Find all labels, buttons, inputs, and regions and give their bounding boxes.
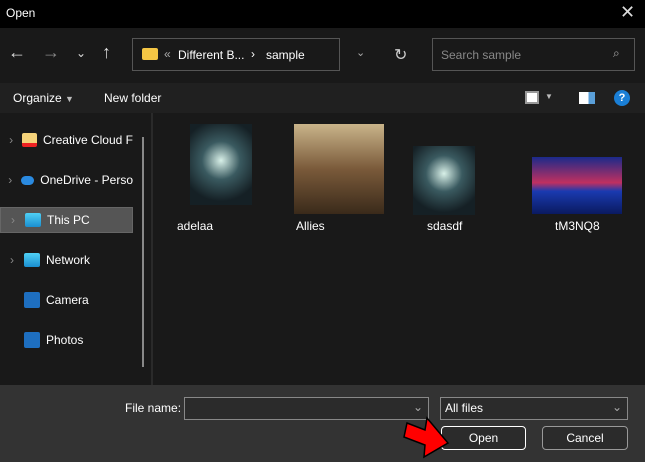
sidebar-item-photos[interactable]: Photos: [0, 327, 133, 353]
close-icon[interactable]: ✕: [620, 2, 635, 23]
expand-chevron-icon[interactable]: ›: [1, 213, 25, 227]
file-name-input[interactable]: ⌄: [184, 397, 429, 420]
file-name[interactable]: tM3NQ8: [555, 219, 600, 233]
cancel-button[interactable]: Cancel: [542, 426, 628, 450]
forward-icon[interactable]: →: [42, 42, 60, 63]
file-thumbnail[interactable]: [532, 157, 622, 214]
file-name[interactable]: adelaa: [177, 219, 213, 233]
view-dropdown-icon[interactable]: ▼: [545, 92, 553, 101]
sidebar-item-label: Creative Cloud F: [42, 133, 133, 147]
network-icon: [24, 253, 40, 267]
sidebar-item-onedrive[interactable]: › OneDrive - Perso: [0, 167, 133, 193]
creative-cloud-icon: [22, 133, 37, 147]
expand-chevron-icon[interactable]: ›: [0, 133, 22, 147]
help-icon[interactable]: ?: [614, 90, 630, 106]
view-icon[interactable]: [525, 91, 539, 104]
sidebar-item-label: Camera: [46, 293, 89, 307]
navigation-bar: ← → ⌄ ↑ « Different B... › sample ⌄ ↻ Se…: [0, 28, 645, 83]
recent-locations-chevron-icon[interactable]: ⌄: [76, 46, 86, 60]
chevron-down-icon[interactable]: ⌄: [612, 400, 622, 414]
breadcrumb-separator-icon: ›: [251, 47, 255, 61]
chevron-down-icon[interactable]: ⌄: [413, 400, 423, 414]
expand-chevron-icon[interactable]: ›: [0, 253, 24, 267]
search-icon: ⌕: [613, 46, 620, 60]
file-name[interactable]: sdasdf: [427, 219, 462, 233]
preview-pane-icon[interactable]: [579, 92, 595, 104]
file-name[interactable]: Allies: [296, 219, 325, 233]
sidebar-item-this-pc[interactable]: › This PC: [0, 207, 133, 233]
sidebar-item-label: This PC: [47, 213, 90, 227]
title-bar: Open ✕: [0, 0, 645, 28]
dropdown-arrow-icon: ▼: [65, 94, 74, 104]
photos-icon: [24, 332, 40, 348]
window-title: Open: [6, 6, 36, 20]
file-name-label: File name:: [125, 401, 182, 415]
computer-icon: [25, 213, 41, 227]
navigation-pane: › Creative Cloud F › OneDrive - Perso › Thi…: [0, 113, 153, 385]
search-box[interactable]: Search sample ⌕: [432, 38, 635, 71]
address-dropdown-icon[interactable]: ⌄: [356, 46, 365, 59]
sidebar-item-label: Photos: [46, 333, 84, 347]
refresh-icon[interactable]: ↻: [394, 45, 407, 65]
file-type-value: All files: [445, 401, 484, 415]
sidebar-item-network[interactable]: › Network: [0, 247, 133, 273]
sidebar-item-label: OneDrive - Perso: [40, 173, 133, 187]
file-type-select[interactable]: All files ⌄: [440, 397, 628, 420]
overflow-chevron-icon: «: [164, 47, 171, 61]
sidebar-item-camera[interactable]: Camera: [0, 287, 133, 313]
file-thumbnail[interactable]: [294, 124, 384, 214]
sidebar-item-creative-cloud[interactable]: › Creative Cloud F: [0, 127, 133, 153]
search-input[interactable]: Search sample: [441, 48, 521, 62]
file-thumbnail[interactable]: [190, 124, 252, 205]
address-bar[interactable]: « Different B... › sample ⌄ ↻: [132, 38, 407, 71]
folder-icon: [142, 48, 158, 60]
organize-label: Organize: [13, 91, 62, 105]
breadcrumb-item[interactable]: sample: [266, 48, 305, 62]
sidebar-scrollbar[interactable]: [142, 137, 144, 367]
toolbar: Organize ▼ New folder ▼ ?: [0, 83, 645, 113]
file-thumbnail[interactable]: [413, 146, 475, 215]
open-button[interactable]: Open: [441, 426, 526, 450]
sidebar-item-label: Network: [46, 253, 91, 267]
expand-chevron-icon[interactable]: ›: [0, 173, 21, 187]
camera-icon: [24, 292, 40, 308]
back-icon[interactable]: ←: [8, 42, 26, 63]
organize-button[interactable]: Organize ▼: [13, 91, 74, 105]
new-folder-button[interactable]: New folder: [104, 91, 161, 105]
footer: File name: ⌄ All files ⌄ Open Cancel: [0, 385, 645, 462]
red-arrow-annotation-icon: [403, 416, 450, 459]
breadcrumb-item[interactable]: Different B...: [178, 48, 244, 62]
onedrive-icon: [20, 175, 35, 185]
main-area: › Creative Cloud F › OneDrive - Perso › Thi…: [0, 113, 645, 385]
up-icon[interactable]: ↑: [102, 42, 111, 63]
